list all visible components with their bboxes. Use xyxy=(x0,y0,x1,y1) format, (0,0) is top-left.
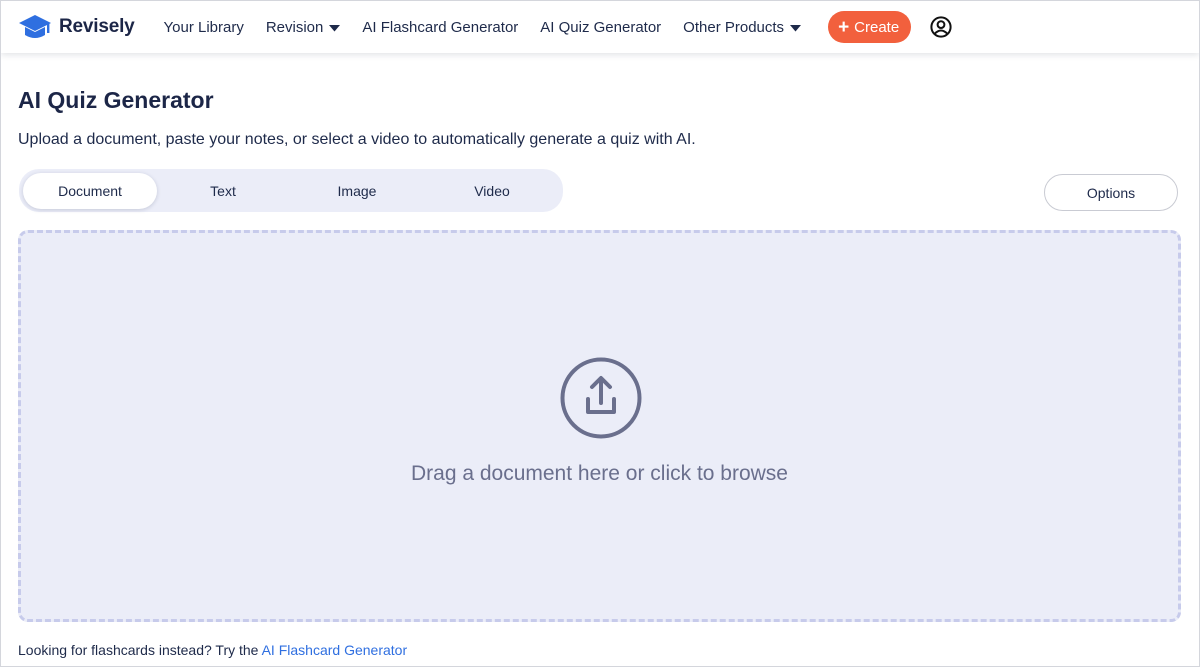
nav-revision-label: Revision xyxy=(265,18,324,36)
tab-document[interactable]: Document xyxy=(23,173,157,209)
nav-ai-quiz-generator[interactable]: AI Quiz Generator xyxy=(540,19,661,36)
app-window: Revisely Your Library Revision AI Flashc… xyxy=(0,0,1200,667)
input-type-tabs: Document Text Image Video xyxy=(19,169,563,212)
top-navbar: Revisely Your Library Revision AI Flashc… xyxy=(1,1,1199,53)
plus-icon: + xyxy=(838,16,850,38)
nav-ai-flashcard-generator[interactable]: AI Flashcard Generator xyxy=(362,19,518,36)
nav-other-products-label: Other Products xyxy=(683,18,785,36)
create-button[interactable]: + Create xyxy=(828,11,912,43)
user-circle-icon[interactable] xyxy=(930,16,952,38)
document-dropzone[interactable]: Drag a document here or click to browse xyxy=(18,230,1181,622)
options-button[interactable]: Options xyxy=(1044,174,1178,211)
brand-name: Revisely xyxy=(59,16,135,37)
nav-links: Your Library Revision AI Flashcard Gener… xyxy=(164,19,824,36)
page-title: AI Quiz Generator xyxy=(18,87,214,113)
page-subtitle: Upload a document, paste your notes, or … xyxy=(18,131,696,148)
nav-other-products-dropdown[interactable]: Other Products xyxy=(683,18,802,36)
dropzone-text: Drag a document here or click to browse xyxy=(410,462,788,485)
caret-down-icon xyxy=(790,19,802,36)
nav-your-library[interactable]: Your Library xyxy=(164,19,244,36)
tab-video[interactable]: Video xyxy=(425,173,559,209)
footer-flashcard-link[interactable]: AI Flashcard Generator xyxy=(262,642,408,658)
footer-hint-text: Looking for flashcards instead? Try the xyxy=(18,642,262,658)
footer-hint: Looking for flashcards instead? Try the … xyxy=(18,642,407,658)
upload-icon xyxy=(560,357,642,444)
brand-logo-link[interactable]: Revisely xyxy=(18,14,135,41)
graduation-cap-icon xyxy=(18,14,52,41)
tab-text[interactable]: Text xyxy=(156,173,290,209)
create-button-label: Create xyxy=(854,18,900,36)
caret-down-icon xyxy=(329,19,341,36)
tab-image[interactable]: Image xyxy=(290,173,424,209)
nav-revision-dropdown[interactable]: Revision xyxy=(266,19,341,36)
